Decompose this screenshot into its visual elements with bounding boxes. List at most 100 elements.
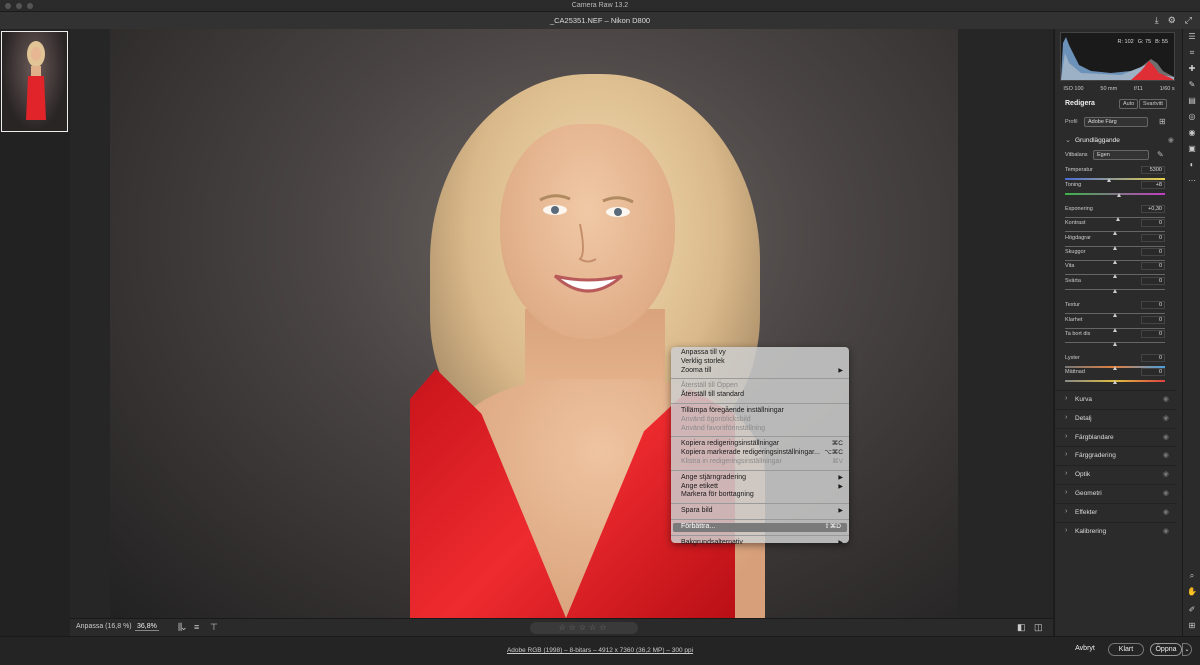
menu-item[interactable]: Kopiera markerade redigeringsinställning… [671,449,849,458]
menu-item[interactable]: Förbättra... ⇧⌘D [673,522,847,532]
slider-value-input[interactable]: 0 [1141,234,1165,242]
slider-value-input[interactable]: 0 [1141,219,1165,227]
chevron-right-icon[interactable]: › [1065,470,1067,477]
panel-section[interactable]: › Detalj ◉ [1055,408,1177,427]
slider-value-input[interactable]: +8 [1141,181,1165,189]
panel-section[interactable]: › Färggradering ◉ [1055,446,1177,464]
chevron-right-icon[interactable]: › [1065,489,1067,496]
chevron-right-icon[interactable]: › [1065,395,1067,402]
slider-handle[interactable] [1112,313,1117,317]
panel-section[interactable]: › Geometri ◉ [1055,484,1177,502]
slider-handle[interactable] [1112,246,1117,250]
workflow-options-link[interactable]: Adobe RGB (1998) – 8-bitars – 4912 x 736… [0,647,1200,654]
slider-value-input[interactable]: 0 [1141,301,1165,309]
menu-item[interactable]: Ange stjärngradering ▶ [671,474,849,483]
minimize-window-button[interactable] [16,3,22,9]
menu-item[interactable]: Anpassa till vy [671,349,849,358]
profile-browser-icon[interactable]: ⊞ [1159,117,1166,126]
gear-icon[interactable]: ⚙ [1168,12,1176,29]
slider-handle[interactable] [1115,217,1120,221]
star-rating[interactable]: ☆☆☆☆☆ [530,622,638,634]
done-button[interactable]: Klart [1108,643,1144,656]
save-icon[interactable]: ⤓ [1155,12,1159,29]
filmstrip-view-icon[interactable]: ⫼ [178,622,182,633]
gradient-icon[interactable]: ▤ [1187,96,1197,105]
color-sampler-icon[interactable]: ✐ [1187,605,1197,614]
slider-value-input[interactable]: 0 [1141,248,1165,256]
eye-icon[interactable]: ◉ [1163,451,1169,459]
eye-icon[interactable]: ◉ [1163,414,1169,422]
slider-handle[interactable] [1106,178,1111,182]
slider-handle[interactable] [1112,380,1117,384]
slider-handle[interactable] [1112,231,1117,235]
more-icon[interactable]: ⋯ [1187,176,1197,185]
slider-value-input[interactable]: 0 [1141,354,1165,362]
slider-handle[interactable] [1112,274,1117,278]
menu-item[interactable]: Markera för borttagning [671,491,849,500]
radial-filter-icon[interactable]: ◎ [1187,112,1197,121]
sort-icon[interactable]: ≡ [194,622,199,632]
slider-track[interactable] [1065,178,1165,180]
slider-handle[interactable] [1116,193,1121,197]
slider-value-input[interactable]: 0 [1141,262,1165,270]
menu-item[interactable]: Bakgrundsalternativ ▶ [671,539,849,548]
menu-item[interactable]: Ange etikett ▶ [671,483,849,492]
panel-section[interactable]: › Effekter ◉ [1055,502,1177,521]
zoom-tool-icon[interactable]: ⌕ [1187,571,1197,581]
menu-item[interactable]: Tillämpa föregående inställningar [671,407,849,416]
panel-section[interactable]: › Kurva ◉ [1055,390,1177,408]
red-eye-icon[interactable]: ◉ [1187,128,1197,137]
menu-item[interactable]: Zooma till ▶ [671,367,849,376]
context-menu[interactable]: Anpassa till vy Verklig storlek Zooma till… [671,347,849,546]
slider-value-input[interactable]: 0 [1141,316,1165,324]
panel-section[interactable]: › Kalibrering ◉ [1055,521,1177,540]
eye-icon[interactable]: ◉ [1168,136,1174,144]
chevron-right-icon[interactable]: › [1065,414,1067,421]
eye-icon[interactable]: ◉ [1163,395,1169,403]
chevron-right-icon[interactable]: › [1065,527,1067,534]
healing-icon[interactable]: ✚ [1187,64,1197,73]
eye-icon[interactable]: ◉ [1163,433,1169,441]
filmstrip-thumbnail[interactable] [1,31,68,132]
image-canvas[interactable] [70,29,1053,619]
close-window-button[interactable] [5,3,11,9]
chevron-right-icon[interactable]: › [1065,451,1067,458]
chevron-down-icon[interactable]: ⌄ [1065,136,1071,144]
filter-icon[interactable]: ⊤ [210,622,218,633]
slider-value-input[interactable]: 0 [1141,330,1165,338]
eye-icon[interactable]: ◉ [1163,508,1169,516]
before-after-icon[interactable]: ◫ [1034,622,1043,633]
grid-overlay-icon[interactable]: ⊞ [1187,621,1197,630]
presets-icon[interactable]: ◐ [1187,160,1197,169]
menu-item[interactable]: Kopiera redigeringsinställningar ⌘C [671,440,849,449]
cancel-button[interactable]: Avbryt [1066,643,1104,656]
white-balance-select[interactable]: Egen [1093,150,1149,160]
fullscreen-icon[interactable]: ⤢ [1185,12,1192,29]
eye-icon[interactable]: ◉ [1163,527,1169,535]
eye-icon[interactable]: ◉ [1163,489,1169,497]
zoom-window-button[interactable] [27,3,33,9]
eye-icon[interactable]: ◉ [1163,470,1169,478]
slider-value-input[interactable]: 0 [1141,277,1165,285]
menu-item[interactable]: Återställ till standard [671,391,849,400]
basic-section-title[interactable]: Grundläggande [1075,137,1120,144]
edit-sliders-icon[interactable]: ☰ [1187,32,1197,41]
eyedropper-icon[interactable]: ✎ [1157,150,1164,159]
auto-button[interactable]: Auto [1119,99,1139,109]
slider-value-input[interactable]: 5300 [1141,166,1165,174]
open-button[interactable]: Öppna [1150,643,1182,656]
slider-handle[interactable] [1112,342,1117,346]
compare-view-icon[interactable]: ◧ [1017,622,1026,633]
slider-value-input[interactable]: 0 [1141,368,1165,376]
crop-icon[interactable]: ⌗ [1187,48,1197,58]
slider-handle[interactable] [1112,366,1117,370]
slider-handle[interactable] [1112,260,1117,264]
menu-item[interactable]: Spara bild ▶ [671,507,849,516]
zoom-level-select[interactable]: 36,8% [135,623,159,631]
hand-tool-icon[interactable]: ✋ [1187,587,1197,596]
chevron-right-icon[interactable]: › [1065,433,1067,440]
panel-section[interactable]: › Optik ◉ [1055,465,1177,483]
fit-view-label[interactable]: Anpassa (16,8 %) [76,623,132,630]
black-white-button[interactable]: Svartvitt [1139,99,1167,109]
slider-handle[interactable] [1112,328,1117,332]
